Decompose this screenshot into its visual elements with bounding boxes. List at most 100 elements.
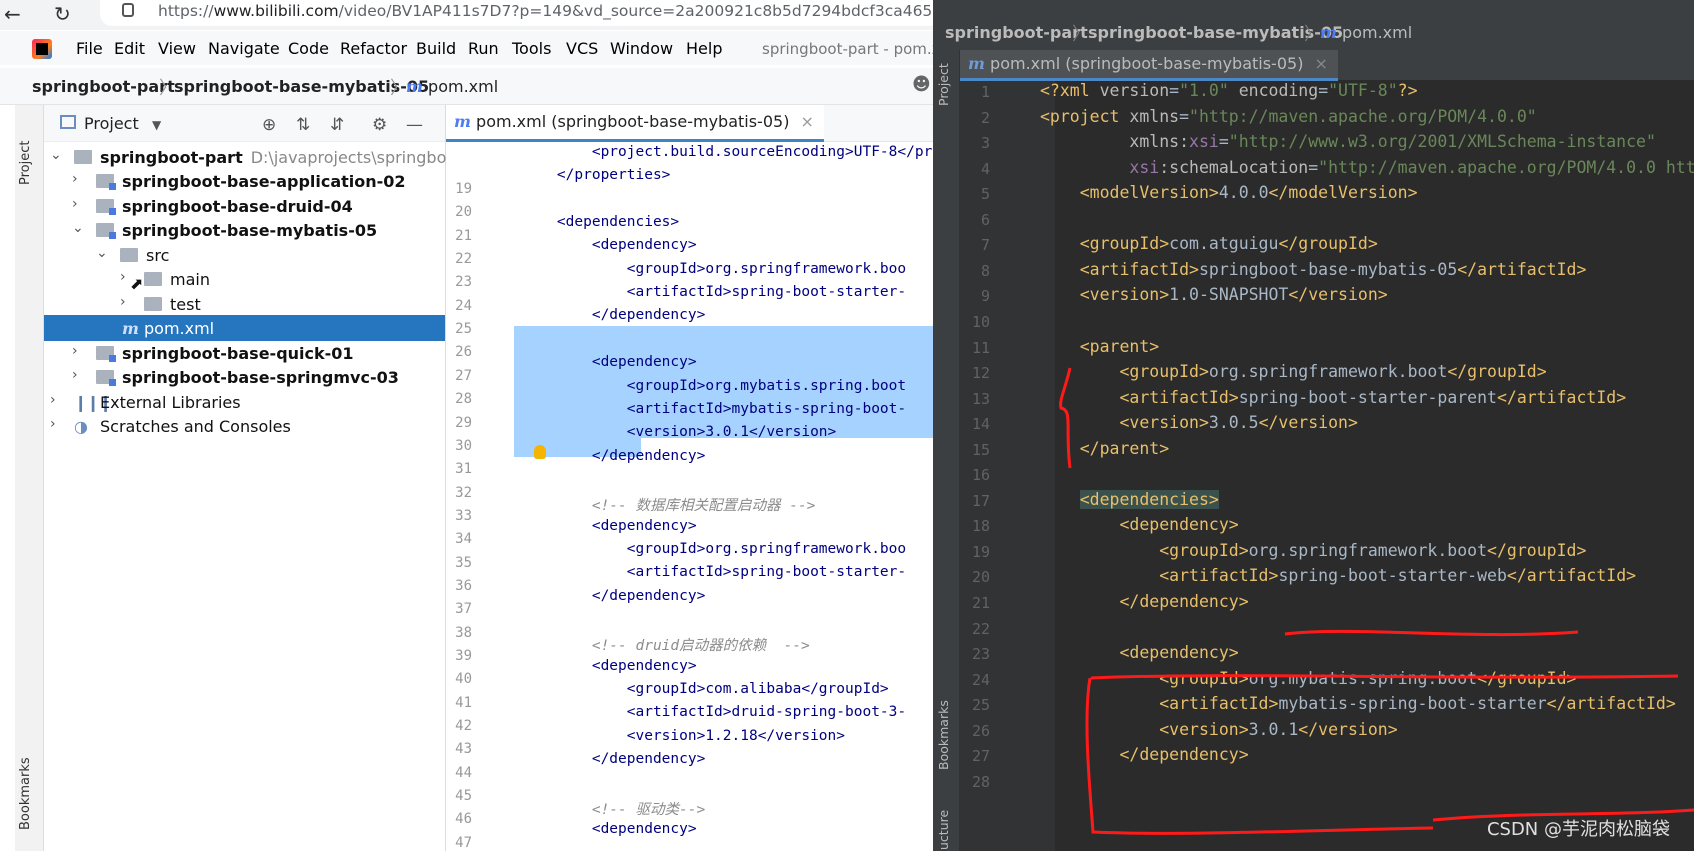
line-number: 33: [455, 507, 472, 524]
module-folder-icon: [96, 223, 116, 239]
chevron-right-icon[interactable]: ›: [72, 196, 78, 212]
menu-help[interactable]: Help: [686, 39, 722, 58]
tree-item-module[interactable]: › springboot-base-springmvc-03: [44, 364, 445, 390]
menu-bar: File Edit View Navigate Code Refactor Bu…: [0, 31, 933, 65]
gutter: 19 20 21 22 23 24 25 26 27 28 29 30 31 32 33 34 35 36 37 38…: [446, 142, 520, 851]
code-line: <artifactId>druid-spring-boot-3-: [522, 704, 907, 721]
close-icon[interactable]: ×: [1315, 54, 1328, 73]
tree-item-module[interactable]: › springboot-base-druid-04: [44, 193, 445, 219]
code-line: </dependency>: [522, 587, 706, 604]
line-number: 28: [971, 772, 990, 791]
back-icon[interactable]: ←: [4, 2, 21, 26]
breadcrumb-item[interactable]: springboot-part: [32, 77, 175, 96]
bookmarks-tool-button[interactable]: Bookmarks: [936, 700, 951, 770]
tree-item-external-libraries[interactable]: › ❙❙❙ External Libraries: [44, 389, 445, 415]
menu-refactor[interactable]: Refactor: [340, 39, 407, 58]
chevron-right-icon[interactable]: ›: [120, 269, 126, 285]
menu-vcs[interactable]: VCS: [566, 39, 598, 58]
lightbulb-icon[interactable]: [534, 445, 546, 459]
code-line: <groupId>org.springframework.boo: [522, 260, 907, 277]
user-icon[interactable]: ☻: [912, 74, 931, 95]
code-line: <dependency>: [522, 237, 697, 254]
chevron-right-icon[interactable]: ›: [50, 416, 56, 432]
line-number: 29: [455, 414, 472, 431]
code-line: <dependency>: [522, 354, 697, 371]
tab-pom-xml[interactable]: m pom.xml (springboot-base-mybatis-05) ×: [960, 50, 1338, 81]
code-line: <groupId>org.springframework.boot</group…: [1119, 362, 1547, 382]
tree-item-springboot-part[interactable]: ⌄ springboot-part D:\javaprojects\springb…: [44, 144, 495, 170]
code-line: <modelVersion>4.0.0</modelVersion>: [1079, 183, 1418, 203]
code-line: <groupId>com.alibaba</groupId>: [522, 681, 889, 698]
chevron-right-icon[interactable]: ›: [72, 367, 78, 383]
code-line: <parent>: [1079, 336, 1160, 356]
menu-edit[interactable]: Edit: [114, 39, 145, 58]
breadcrumb-item[interactable]: m pom.xml: [1320, 23, 1412, 42]
tree-item-module[interactable]: ⌄ springboot-base-mybatis-05: [44, 217, 445, 243]
minimize-icon[interactable]: —: [406, 115, 423, 135]
scratches-icon: ◑: [74, 417, 88, 436]
project-panel-title[interactable]: Project: [84, 114, 139, 133]
tree-item-src[interactable]: ⌄ src: [44, 242, 445, 268]
expand-all-icon[interactable]: ⇅: [296, 115, 310, 135]
chevron-right-icon[interactable]: ›: [120, 294, 126, 310]
chevron-right-icon[interactable]: ›: [50, 392, 56, 408]
code-line: </dependency>: [1119, 592, 1249, 611]
breadcrumb-item[interactable]: springboot-part: [945, 23, 1088, 42]
line-number: 37: [455, 601, 472, 618]
tree-label: src: [146, 246, 170, 265]
code-line: <groupId>org.mybatis.spring.boot</groupI…: [1159, 668, 1577, 688]
menu-tools[interactable]: Tools: [512, 39, 551, 58]
tab-label: pom.xml (springboot-base-mybatis-05): [476, 112, 790, 131]
line-number: 10: [971, 312, 990, 331]
url-text: https://www.bilibili.com/video/BV1AP411s…: [158, 2, 933, 20]
tree-item-module[interactable]: › springboot-base-application-02: [44, 168, 445, 194]
url-bar[interactable]: https://www.bilibili.com/video/BV1AP411s…: [100, 0, 933, 26]
reload-icon[interactable]: ↻: [54, 2, 71, 26]
dropdown-icon[interactable]: ▼: [152, 118, 161, 132]
line-number: 41: [455, 694, 472, 711]
tree-item-main[interactable]: › main ⬈: [44, 266, 445, 293]
chevron-down-icon[interactable]: ⌄: [96, 245, 108, 261]
editor-left: m pom.xml (springboot-base-mybatis-05) ×…: [446, 105, 933, 851]
maven-file-icon: m: [1320, 23, 1337, 42]
code-line: <artifactId>spring-boot-starter-parent</…: [1119, 387, 1627, 407]
maven-file-icon: m: [406, 77, 423, 96]
line-number: 26: [455, 344, 472, 361]
menu-view[interactable]: View: [158, 39, 196, 58]
folder-icon: [144, 272, 162, 286]
tree-item-pom-xml[interactable]: m pom.xml: [44, 315, 445, 341]
tree-item-test[interactable]: › test: [44, 291, 445, 317]
bookmarks-tool-button[interactable]: Bookmarks: [18, 757, 33, 830]
tree-label: pom.xml: [144, 319, 215, 338]
close-icon[interactable]: ×: [801, 112, 814, 131]
menu-run[interactable]: Run: [468, 39, 499, 58]
code-line: </dependency>: [522, 447, 706, 464]
menu-navigate[interactable]: Navigate: [208, 39, 280, 58]
gear-icon[interactable]: ⚙: [372, 115, 387, 135]
structure-tool-button[interactable]: ucture: [936, 810, 951, 850]
project-tool-button[interactable]: Project: [936, 63, 951, 106]
chevron-right-icon[interactable]: ›: [72, 171, 78, 187]
project-panel: Project ▼ ⊕ ⇅ ⇵ ⚙ — ⌄ springboot-part D:\…: [44, 105, 495, 851]
code-line: <groupId>org.mybatis.spring.boot: [522, 377, 907, 394]
module-folder-icon: [96, 174, 116, 190]
menu-build[interactable]: Build: [416, 39, 456, 58]
project-tool-button[interactable]: Project: [18, 141, 33, 185]
menu-file[interactable]: File: [76, 39, 103, 58]
chevron-down-icon[interactable]: ⌄: [50, 147, 62, 163]
menu-code[interactable]: Code: [288, 39, 329, 58]
code-line: <artifactId>mybatis-spring-boot-starter<…: [1159, 694, 1676, 714]
line-number: 7: [980, 236, 990, 255]
tree-item-module[interactable]: › springboot-base-quick-01: [44, 340, 445, 366]
line-number: 45: [455, 788, 472, 805]
chevron-down-icon[interactable]: ⌄: [72, 220, 84, 236]
tree-label: springboot-base-mybatis-05: [122, 221, 378, 240]
menu-window[interactable]: Window: [610, 39, 673, 58]
breadcrumb-item[interactable]: m pom.xml: [406, 77, 498, 96]
chevron-right-icon[interactable]: ›: [72, 343, 78, 359]
tab-pom-xml[interactable]: m pom.xml (springboot-base-mybatis-05) ×: [446, 105, 824, 142]
tree-item-scratches[interactable]: › ◑ Scratches and Consoles: [44, 413, 445, 439]
locate-icon[interactable]: ⊕: [262, 115, 276, 135]
code-line: <version>1.2.18</version>: [522, 727, 846, 744]
collapse-all-icon[interactable]: ⇵: [330, 115, 344, 135]
